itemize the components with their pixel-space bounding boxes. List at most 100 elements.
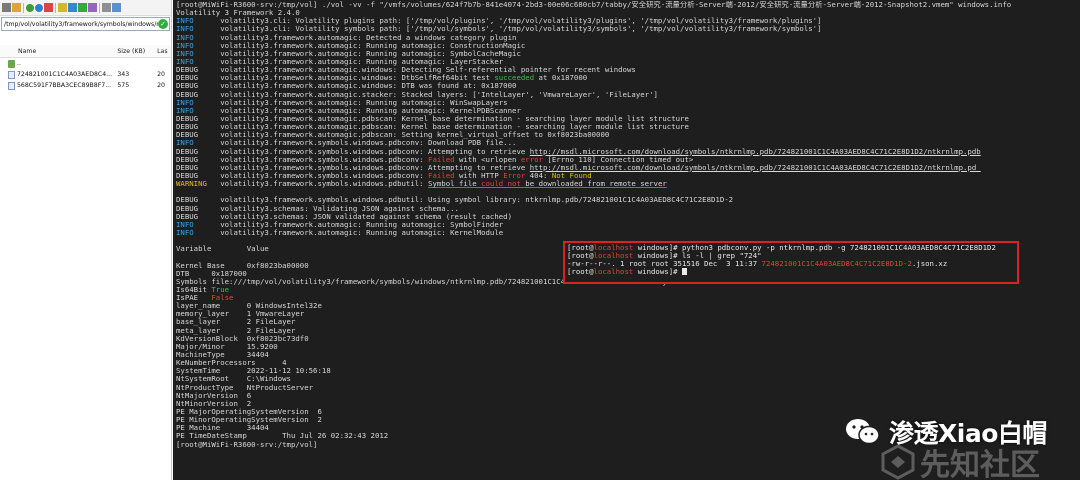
log-level: INFO [176, 33, 194, 42]
file-icon [8, 81, 15, 90]
log-message: [Errno 110] Connection timed out> [543, 155, 694, 164]
log-line: DEBUG volatility3.framework.symbols.wind… [176, 156, 1080, 164]
toolbar-separator [23, 2, 24, 13]
log-notfound: Not Found [551, 171, 592, 180]
file-list: .. 724821001C1C4A03AED8C4... 343 20 568C… [0, 58, 171, 91]
log-message: volatility3.framework.automagic: Running… [220, 106, 521, 115]
log-line: INFO volatility3.cli: Volatility symbols… [176, 25, 1080, 33]
log-level: INFO [176, 220, 194, 229]
log-message: with HTTP [454, 171, 504, 180]
log-line: INFO volatility3.framework.automagic: Ru… [176, 50, 1080, 58]
toolbar-separator [99, 2, 100, 13]
log-message: volatility3.schemas: Validating JSON aga… [220, 204, 459, 213]
table-row: Is64Bit True [176, 285, 230, 294]
file-row[interactable]: 724821001C1C4A03AED8C4... 343 20 [0, 69, 171, 80]
column-last-modified[interactable]: Las [157, 48, 171, 55]
log-line: INFO volatility3.framework.automagic: Ru… [176, 107, 1080, 115]
log-message: volatility3.framework.symbols.windows.pd… [220, 139, 517, 148]
file-size: 343 [117, 71, 130, 78]
log-line: DEBUG volatility3.framework.symbols.wind… [176, 148, 1080, 156]
column-name[interactable]: Name [0, 48, 117, 55]
file-icon [8, 70, 15, 79]
path-bar[interactable]: /tmp/vol/volatility3/framework/symbols/w… [1, 17, 170, 31]
view-icon[interactable] [112, 3, 121, 12]
log-message: volatility3.framework.automagic.stacker:… [220, 90, 658, 99]
folder-icon[interactable] [12, 3, 21, 12]
log-message: volatility3.framework.automagic.pdbscan:… [220, 123, 689, 132]
command-line: [root@MiWiFi-R3600-srv:/tmp/vol] ./vol -… [176, 1, 1080, 9]
log-level: INFO [176, 98, 194, 107]
log-level: DEBUG [176, 82, 199, 91]
hostname: localhost [593, 268, 634, 277]
log-line: DEBUG volatility3.framework.automagic.wi… [176, 82, 1080, 90]
log-message: volatility3.framework.automagic: Running… [220, 220, 504, 229]
log-message: volatility3.framework.automagic.pdbscan:… [220, 131, 610, 140]
log-line: INFO volatility3.framework.automagic: Ru… [176, 42, 1080, 50]
log-level: INFO [176, 139, 194, 148]
log-level: DEBUG [176, 66, 199, 75]
log-line: INFO volatility3.framework.automagic: Ru… [176, 221, 1080, 229]
table-row: NtSystemRoot C:\Windows [176, 375, 291, 384]
log-line: DEBUG volatility3.framework.automagic.st… [176, 91, 1080, 99]
log-error: Failed [428, 171, 455, 180]
log-line: DEBUG volatility3.framework.automagic.pd… [176, 115, 1080, 123]
log-line: DEBUG volatility3.framework.symbols.wind… [176, 196, 1080, 204]
log-message: volatility3.framework.automagic: Running… [220, 41, 526, 50]
log-message: volatility3.framework.symbols.windows.pd… [220, 171, 429, 180]
file-size: 575 [117, 82, 130, 89]
new-folder-icon[interactable] [58, 3, 67, 12]
log-level: DEBUG [176, 114, 199, 123]
upload-icon[interactable] [68, 3, 77, 12]
tools-icon[interactable] [102, 3, 111, 12]
log-line: INFO volatility3.framework.automagic: Ru… [176, 58, 1080, 66]
log-error: error [520, 155, 543, 164]
terminal[interactable]: [root@MiWiFi-R3600-srv:/tmp/vol] ./vol -… [173, 0, 1080, 480]
highlighted-terminal-box: [root@localhost windows]# python3 pdbcon… [563, 241, 1019, 284]
path-input[interactable]: /tmp/vol/volatility3/framework/symbols/w… [2, 21, 158, 28]
home-icon[interactable] [35, 3, 43, 12]
log-message: at 0x187000 [534, 74, 588, 83]
download-icon[interactable] [78, 3, 87, 12]
command-text: ./vol -vv -f "/vmfs/volumes/624f7b7b-841… [317, 1, 1012, 9]
delete-icon[interactable] [44, 3, 53, 12]
log-message: volatility3.cli: Volatility plugins path… [220, 17, 822, 26]
log-level: DEBUG [176, 131, 199, 140]
back-icon[interactable] [2, 3, 11, 12]
log-line: DEBUG volatility3.framework.automagic.pd… [176, 131, 1080, 139]
log-highlight: succeeded [494, 74, 535, 83]
log-message: volatility3.framework.symbols.windows.pd… [220, 155, 429, 164]
log-error: Error [503, 171, 526, 180]
matched-filename: 724821001C1C4A03AED8C4C71C2E8D1D-2 [761, 260, 912, 269]
log-message: volatility3.framework.automagic: Running… [220, 228, 504, 237]
go-icon[interactable]: ✓ [158, 19, 168, 29]
edit-icon[interactable] [88, 3, 97, 12]
xianzhi-logo-icon [881, 444, 915, 480]
box-line: [root@localhost windows]# ls -l | grep "… [567, 252, 762, 261]
shell-prompt: [root@MiWiFi-R3600-srv:/tmp/vol] [176, 1, 318, 9]
log-message: volatility3.framework.symbols.windows.pd… [220, 147, 530, 156]
log-message: volatility3.framework.symbols.windows.pd… [220, 196, 734, 205]
log-level: DEBUG [176, 171, 199, 180]
table-row: Major/Minor 15.9200 [176, 342, 278, 351]
file-modified: 20 [157, 71, 165, 78]
log-level: INFO [176, 57, 194, 66]
log-message: volatility3.framework.automagic.windows:… [220, 66, 636, 75]
refresh-icon[interactable] [26, 3, 34, 12]
log-line: DEBUG volatility3.framework.automagic.pd… [176, 123, 1080, 131]
file-name: 568C591F7BBA3CEC89B8F7... [17, 82, 112, 89]
log-level: DEBUG [176, 196, 199, 205]
log-level: DEBUG [176, 123, 199, 132]
file-row[interactable]: 568C591F7BBA3CEC89B8F7... 575 20 [0, 80, 171, 91]
file-modified: 20 [157, 82, 165, 89]
log-level: INFO [176, 106, 194, 115]
table-row: NtMinorVersion 2 [176, 399, 252, 408]
log-url: http://msdl.microsoft.com/download/symbo… [529, 163, 981, 172]
file-row[interactable]: .. [0, 58, 171, 69]
log-error: Failed [428, 155, 455, 164]
log-line: DEBUG volatility3.schemas: Validating JS… [176, 205, 1080, 213]
log-line: INFO volatility3.framework.automagic: De… [176, 34, 1080, 42]
column-size[interactable]: Size (KB) [117, 48, 157, 55]
file-name: .. [17, 60, 21, 67]
log-level: DEBUG [176, 163, 199, 172]
